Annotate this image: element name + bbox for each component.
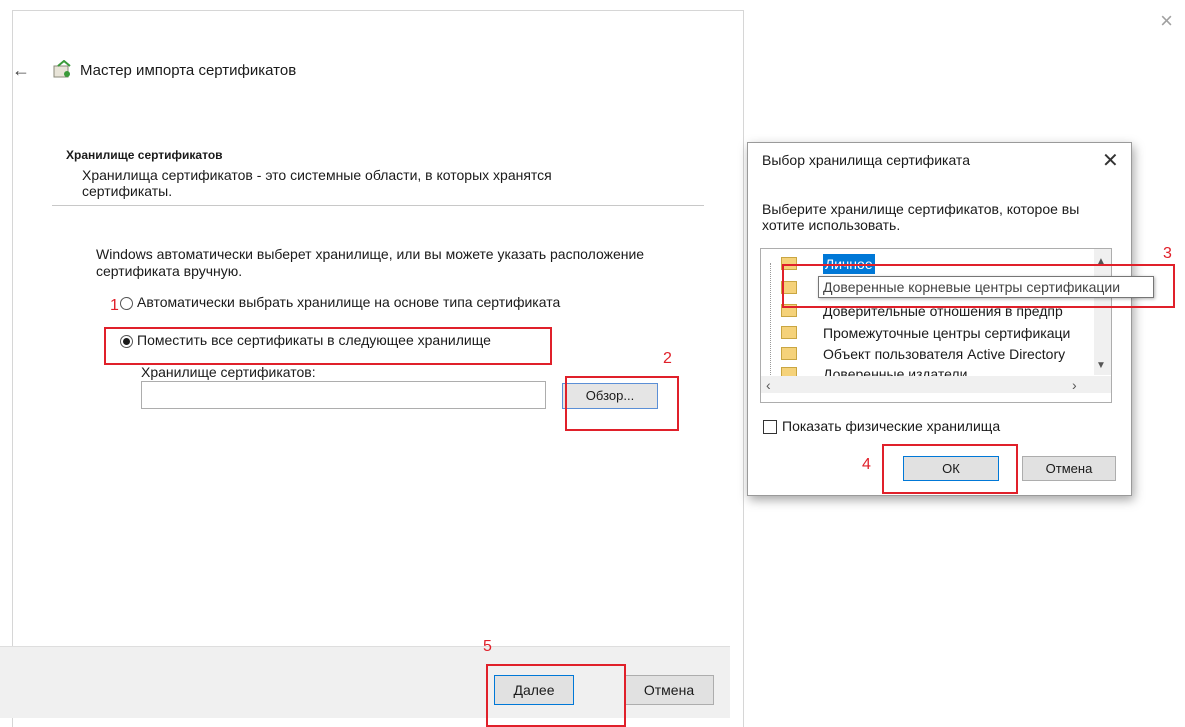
radio-auto-store-label[interactable]: Автоматически выбрать хранилище на основ… [137,294,560,310]
dialog-cancel-button[interactable]: Отмена [1022,456,1116,481]
section-description: Хранилища сертификатов - это системные о… [82,167,552,199]
store-input[interactable] [141,381,546,409]
store-field-label: Хранилище сертификатов: [141,364,316,380]
tree-item-label: Объект пользователя Active Directory [823,346,1066,362]
section-divider [52,205,704,206]
step-number: 2 [663,350,672,367]
back-arrow-icon[interactable]: ← [12,60,30,81]
dialog-close-icon[interactable]: ✕ [1102,148,1119,173]
certificate-import-wizard [12,10,744,727]
section-title: Хранилище сертификатов [66,148,223,162]
tree-item-label: Промежуточные центры сертификаци [823,325,1071,341]
cancel-button[interactable]: Отмена [624,675,714,705]
show-physical-stores-checkbox[interactable] [763,420,777,434]
scroll-right-icon[interactable]: › [1072,377,1077,393]
dialog-description: Выберите хранилище сертификатов, которое… [762,201,1080,233]
step-highlight [882,444,1018,494]
show-physical-stores-label[interactable]: Показать физические хранилища [782,418,1000,434]
folder-icon [781,347,797,360]
step-number: 3 [1163,245,1172,262]
tree-connector [770,263,772,381]
close-icon[interactable]: × [1160,10,1173,32]
radio-auto-store[interactable] [120,297,133,310]
step-highlight [565,376,679,431]
wizard-title: Мастер импорта сертификатов [80,62,297,79]
step-highlight [486,664,626,727]
step-highlight [782,264,1175,308]
tree-horizontal-scrollbar[interactable] [761,376,1111,393]
step-number: 5 [483,638,492,655]
scroll-down-icon[interactable]: ▼ [1096,360,1106,371]
step-highlight [104,327,552,365]
dialog-title: Выбор хранилища сертификата [762,152,970,168]
scroll-left-icon[interactable]: ‹ [766,377,771,393]
certificate-icon [52,59,74,80]
instructions-text: Windows автоматически выберет хранилище,… [96,246,645,279]
step-number: 4 [862,456,871,473]
step-number: 1 [110,297,119,314]
folder-icon [781,326,797,339]
